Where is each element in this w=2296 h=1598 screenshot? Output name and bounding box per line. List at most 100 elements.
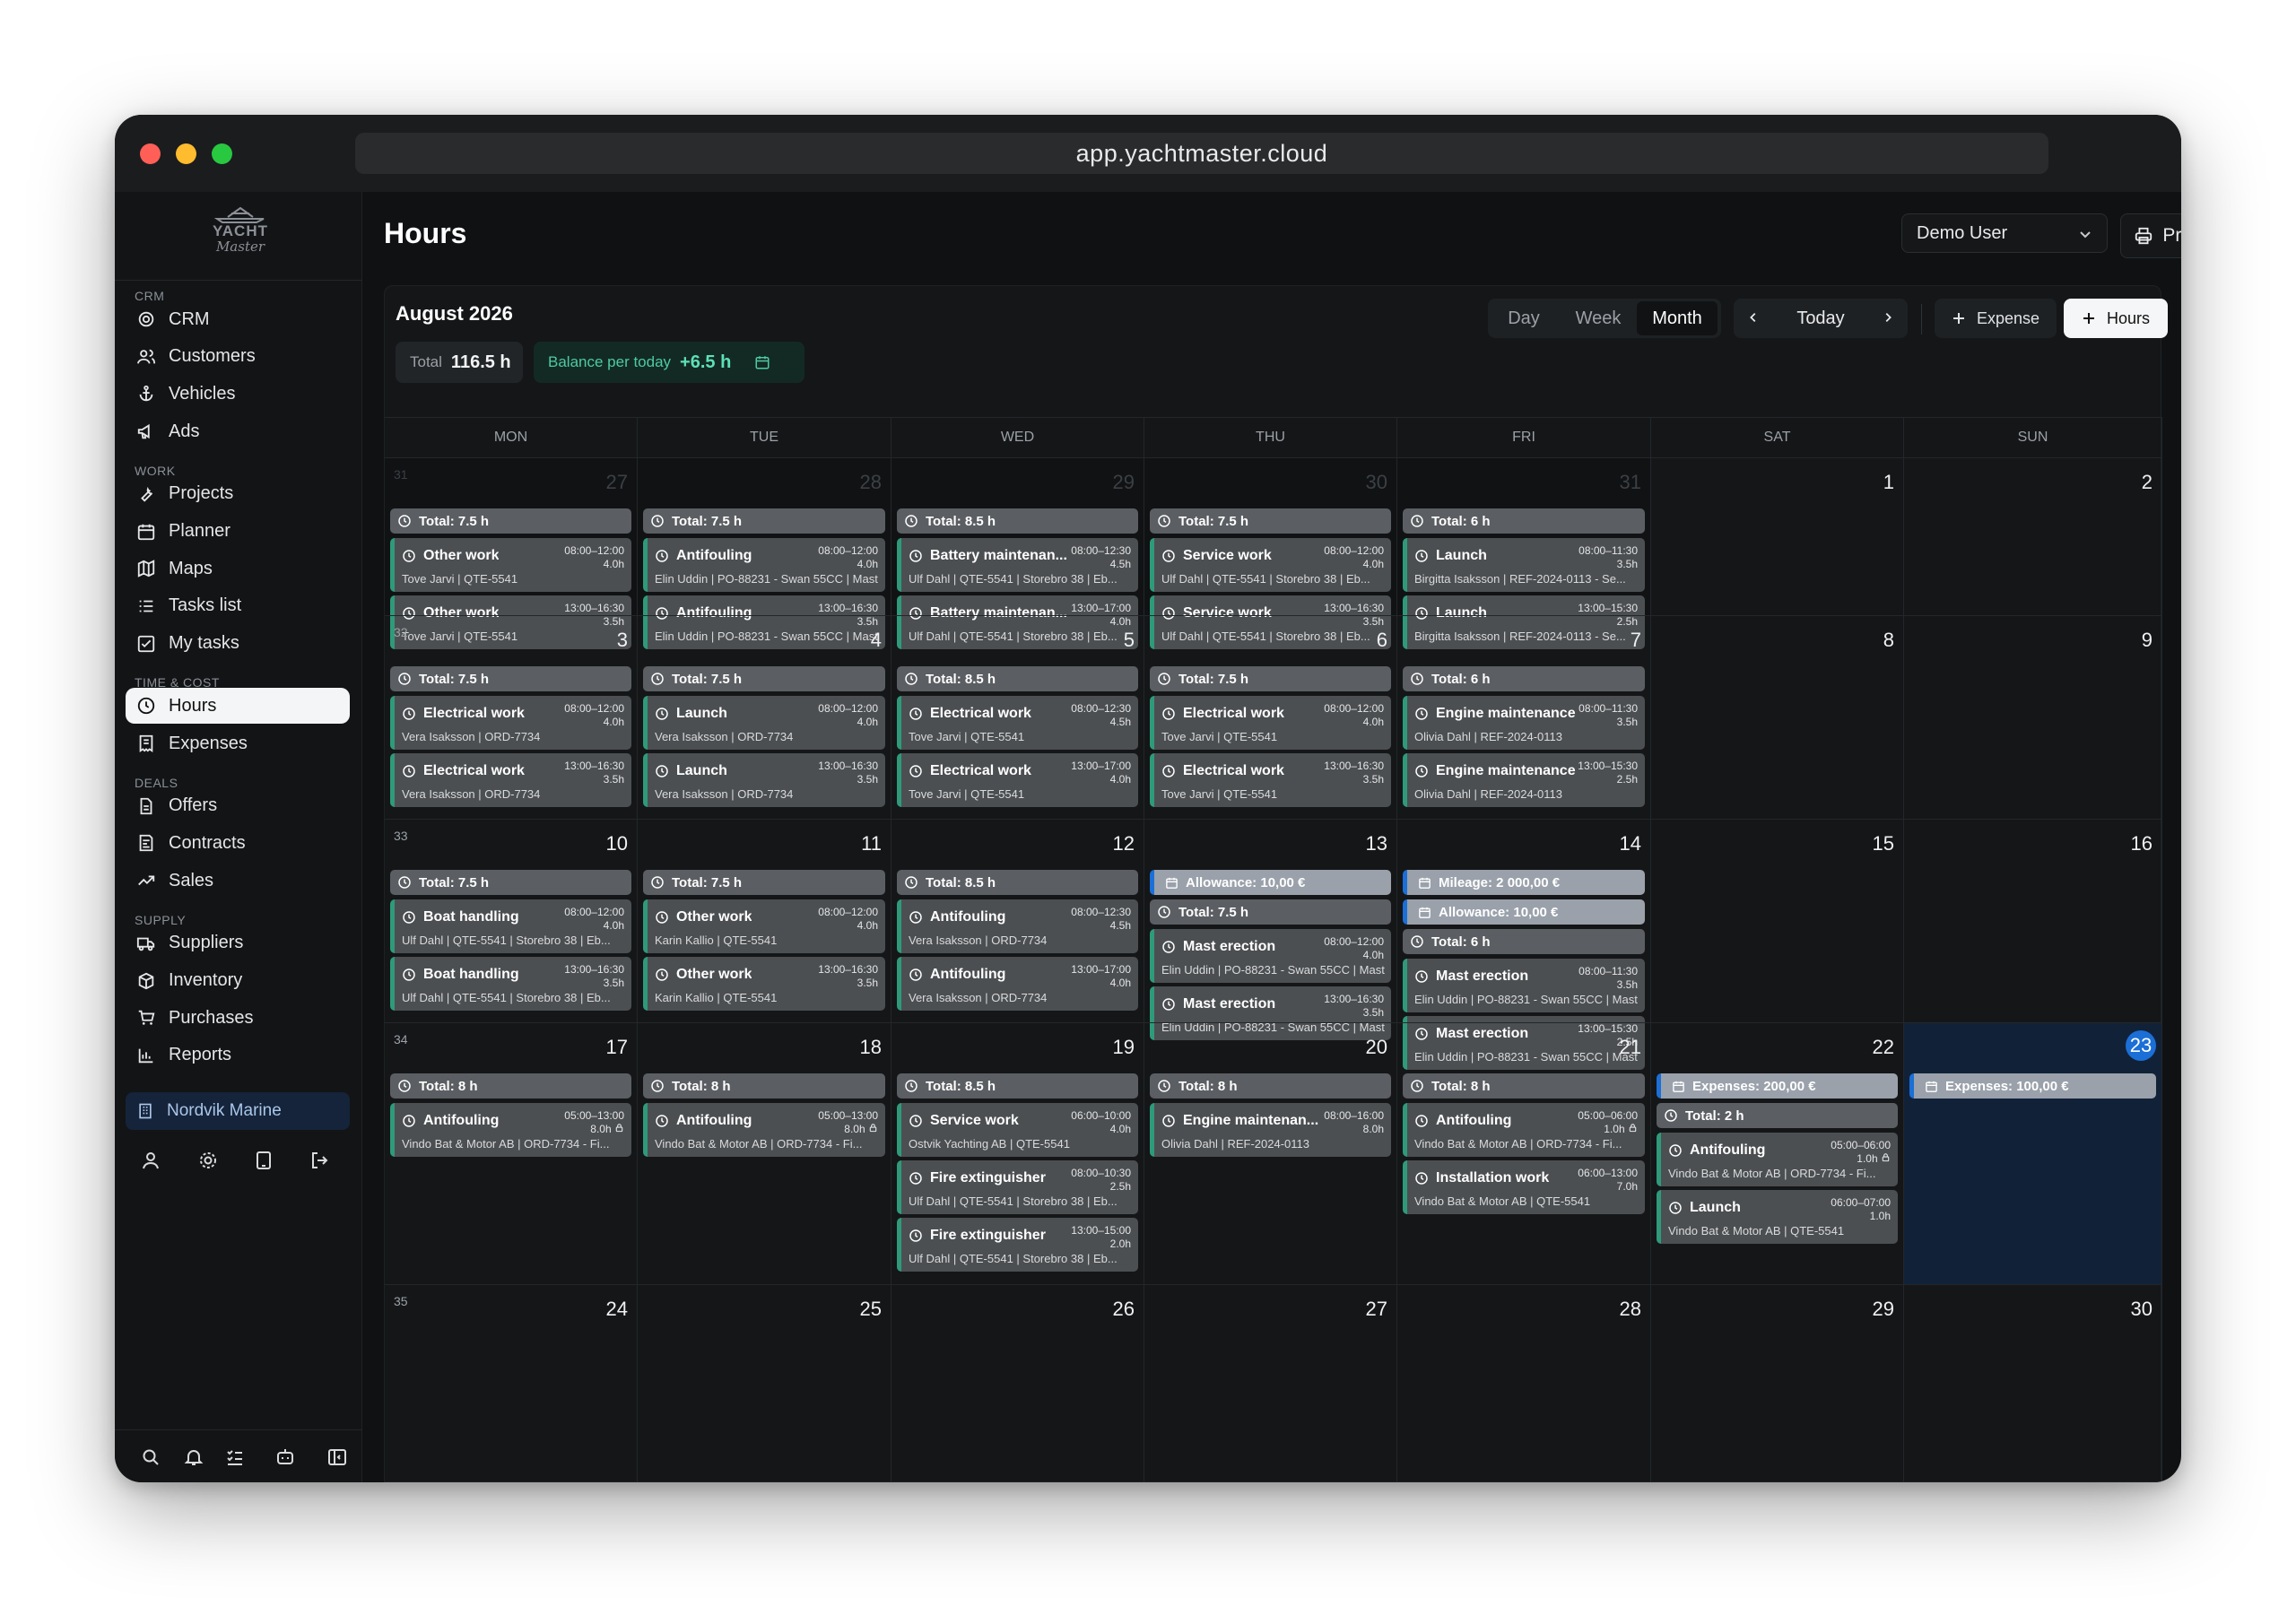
day-cell[interactable]: 4 Total: 7.5 h Launch 08:00–12:00 4.0h Vera I… <box>638 615 891 819</box>
hour-entry[interactable]: Launch 08:00–12:00 4.0h Vera Isaksson | ORD… <box>643 696 885 750</box>
hour-entry[interactable]: Fire extinguisher 13:00–15:00 2.0h Ulf Dahl… <box>897 1218 1138 1272</box>
close-window-button[interactable] <box>140 143 161 164</box>
day-total-badge[interactable]: Total: 2 h <box>1657 1103 1898 1128</box>
day-cell[interactable]: 30 <box>1904 1284 2162 1482</box>
collapse-sidebar-icon[interactable] <box>326 1446 348 1468</box>
hour-entry[interactable]: Launch 08:00–11:30 3.5h Birgitta Isaksson |… <box>1403 538 1645 592</box>
day-cell[interactable]: 18 Total: 8 h Antifouling 05:00–13:00 8.0h V… <box>638 1022 891 1284</box>
day-cell[interactable]: 26 <box>891 1284 1144 1482</box>
day-cell[interactable]: 13 Allowance: 10,00 € Total: 7.5 h Mast ere… <box>1144 819 1397 1040</box>
day-cell[interactable]: 31 Total: 6 h Launch 08:00–11:30 3.5h Birgitt… <box>1397 457 1651 649</box>
day-cell[interactable]: 9 <box>1904 615 2162 819</box>
hour-entry[interactable]: Electrical work 08:00–12:30 4.5h Tove Jarvi… <box>897 696 1138 750</box>
hour-entry[interactable]: Fire extinguisher 08:00–10:30 2.5h Ulf Dahl… <box>897 1160 1138 1214</box>
sidebar-item-suppliers[interactable]: Suppliers <box>126 925 350 961</box>
expense-entry[interactable]: Allowance: 10,00 € <box>1150 870 1391 895</box>
print-button[interactable]: Print <box>2120 213 2181 258</box>
day-total-badge[interactable]: Total: 8 h <box>390 1073 631 1099</box>
sidebar-item-projects[interactable]: Projects <box>126 476 350 512</box>
day-cell[interactable]: 1 <box>1651 457 1904 615</box>
sidebar-item-customers[interactable]: Customers <box>126 339 350 375</box>
hour-entry[interactable]: Engine maintenan... 08:00–16:00 8.0h Olivia… <box>1150 1103 1391 1157</box>
day-cell[interactable]: 8 <box>1651 615 1904 819</box>
sidebar-item-hours[interactable]: Hours <box>126 688 350 725</box>
sidebar-item-reports[interactable]: Reports <box>126 1038 350 1073</box>
day-cell[interactable]: 27 <box>1144 1284 1397 1482</box>
day-cell[interactable]: 19 Total: 8.5 h Service work 06:00–10:00 4.0… <box>891 1022 1144 1284</box>
view-week-button[interactable]: Week <box>1560 299 1637 338</box>
day-total-badge[interactable]: Total: 8.5 h <box>897 508 1138 534</box>
hour-entry[interactable]: Boat handling 08:00–12:00 4.0h Ulf Dahl | Q… <box>390 899 631 953</box>
day-cell[interactable]: 2 <box>1904 457 2162 615</box>
checklist-icon[interactable] <box>224 1446 246 1468</box>
hour-entry[interactable]: Antifouling 05:00–13:00 8.0h Vindo Bat & M… <box>643 1103 885 1157</box>
day-total-badge[interactable]: Total: 6 h <box>1403 508 1645 534</box>
day-cell[interactable]: 33 10 Total: 7.5 h Boat handling 08:00–12:00… <box>385 819 638 1022</box>
sidebar-item-inventory[interactable]: Inventory <box>126 963 350 999</box>
day-cell[interactable]: 5 Total: 8.5 h Electrical work 08:00–12:30 4… <box>891 615 1144 819</box>
day-cell[interactable]: 21 Total: 8 h Antifouling 05:00–06:00 1.0h V… <box>1397 1022 1651 1284</box>
tablet-icon[interactable] <box>253 1150 274 1171</box>
expense-entry[interactable]: Expenses: 100,00 € <box>1909 1073 2156 1099</box>
day-total-badge[interactable]: Total: 8 h <box>1150 1073 1391 1099</box>
day-total-badge[interactable]: Total: 7.5 h <box>643 870 885 895</box>
day-cell[interactable]: 14 Mileage: 2 000,00 € Allowance: 10,00 € T… <box>1397 819 1651 1070</box>
hour-entry[interactable]: Mast erection 08:00–12:00 4.0h Elin Uddin |… <box>1150 929 1391 983</box>
hour-entry[interactable]: Antifouling 08:00–12:00 4.0h Elin Uddin | P… <box>643 538 885 592</box>
sidebar-item-planner[interactable]: Planner <box>126 514 350 550</box>
app-logo[interactable]: YACHT Master <box>204 204 276 264</box>
add-hours-button[interactable]: Hours <box>2064 299 2168 338</box>
day-total-badge[interactable]: Total: 8.5 h <box>897 870 1138 895</box>
balance-stat[interactable]: Balance per today +6.5 h <box>534 342 804 383</box>
sidebar-item-ads[interactable]: Ads <box>126 413 350 449</box>
hour-entry[interactable]: Antifouling 08:00–12:30 4.5h Vera Isaksson … <box>897 899 1138 953</box>
expense-entry[interactable]: Allowance: 10,00 € <box>1403 899 1645 925</box>
hour-entry[interactable]: Electrical work 13:00–16:30 3.5h Tove Jarvi… <box>1150 753 1391 807</box>
day-total-badge[interactable]: Total: 8.5 h <box>897 666 1138 691</box>
hour-entry[interactable]: Service work 08:00–12:00 4.0h Ulf Dahl | QT… <box>1150 538 1391 592</box>
today-button[interactable]: Today <box>1773 299 1868 338</box>
prev-month-button[interactable] <box>1734 299 1773 338</box>
maximize-window-button[interactable] <box>212 143 232 164</box>
day-cell[interactable]: 32 3 Total: 7.5 h Electrical work 08:00–12:0… <box>385 615 638 819</box>
view-day-button[interactable]: Day <box>1488 299 1560 338</box>
sidebar-item-contracts[interactable]: Contracts <box>126 825 350 861</box>
hour-entry[interactable]: Battery maintenan... 08:00–12:30 4.5h Ulf D… <box>897 538 1138 592</box>
day-total-badge[interactable]: Total: 6 h <box>1403 666 1645 691</box>
sidebar-item-my-tasks[interactable]: My tasks <box>126 626 350 662</box>
hour-entry[interactable]: Other work 08:00–12:00 4.0h Tove Jarvi | QT… <box>390 538 631 592</box>
day-total-badge[interactable]: Total: 7.5 h <box>643 508 885 534</box>
hour-entry[interactable]: Antifouling 05:00–06:00 1.0h Vindo Bat & M… <box>1403 1103 1645 1157</box>
hour-entry[interactable]: Electrical work 13:00–16:30 3.5h Vera Isaks… <box>390 753 631 807</box>
day-cell[interactable]: 31 27 Total: 7.5 h Other work 08:00–12:00 4.0… <box>385 457 638 649</box>
add-expense-button[interactable]: Expense <box>1935 299 2057 338</box>
day-cell[interactable]: 12 Total: 8.5 h Antifouling 08:00–12:30 4.5h… <box>891 819 1144 1022</box>
sidebar-item-maps[interactable]: Maps <box>126 551 350 586</box>
sidebar-item-tasks-list[interactable]: Tasks list <box>126 588 350 624</box>
user-select[interactable]: Demo User <box>1901 213 2108 253</box>
hour-entry[interactable]: Service work 06:00–10:00 4.0h Ostvik Yachti… <box>897 1103 1138 1157</box>
day-total-badge[interactable]: Total: 8 h <box>1403 1073 1645 1099</box>
day-cell[interactable]: 29 <box>1651 1284 1904 1482</box>
day-cell[interactable]: 22 Expenses: 200,00 € Total: 2 h Antifoulin… <box>1651 1022 1904 1284</box>
expense-entry[interactable]: Mileage: 2 000,00 € <box>1403 870 1645 895</box>
day-total-badge[interactable]: Total: 7.5 h <box>1150 508 1391 534</box>
day-cell[interactable]: 16 <box>1904 819 2162 1022</box>
minimize-window-button[interactable] <box>176 143 196 164</box>
view-month-button[interactable]: Month <box>1637 301 1718 335</box>
sidebar-item-expenses[interactable]: Expenses <box>126 725 350 761</box>
hour-entry[interactable]: Antifouling 05:00–06:00 1.0h Vindo Bat & M… <box>1657 1133 1898 1186</box>
day-cell[interactable]: 34 17 Total: 8 h Antifouling 05:00–13:00 8.0h… <box>385 1022 638 1284</box>
next-month-button[interactable] <box>1868 299 1908 338</box>
day-total-badge[interactable]: Total: 7.5 h <box>390 666 631 691</box>
hour-entry[interactable]: Launch 13:00–16:30 3.5h Vera Isaksson | ORD… <box>643 753 885 807</box>
logout-icon[interactable] <box>309 1150 330 1171</box>
company-switcher[interactable]: Nordvik Marine <box>126 1092 350 1130</box>
hour-entry[interactable]: Electrical work 13:00–17:00 4.0h Tove Jarvi… <box>897 753 1138 807</box>
sidebar-item-crm[interactable]: CRM <box>126 301 350 337</box>
day-cell[interactable]: 28 Total: 7.5 h Antifouling 08:00–12:00 4.0h… <box>638 457 891 649</box>
sidebar-item-vehicles[interactable]: Vehicles <box>126 376 350 412</box>
sidebar-item-offers[interactable]: Offers <box>126 788 350 824</box>
day-total-badge[interactable]: Total: 6 h <box>1403 929 1645 954</box>
address-bar[interactable]: app.yachtmaster.cloud <box>355 133 2048 174</box>
